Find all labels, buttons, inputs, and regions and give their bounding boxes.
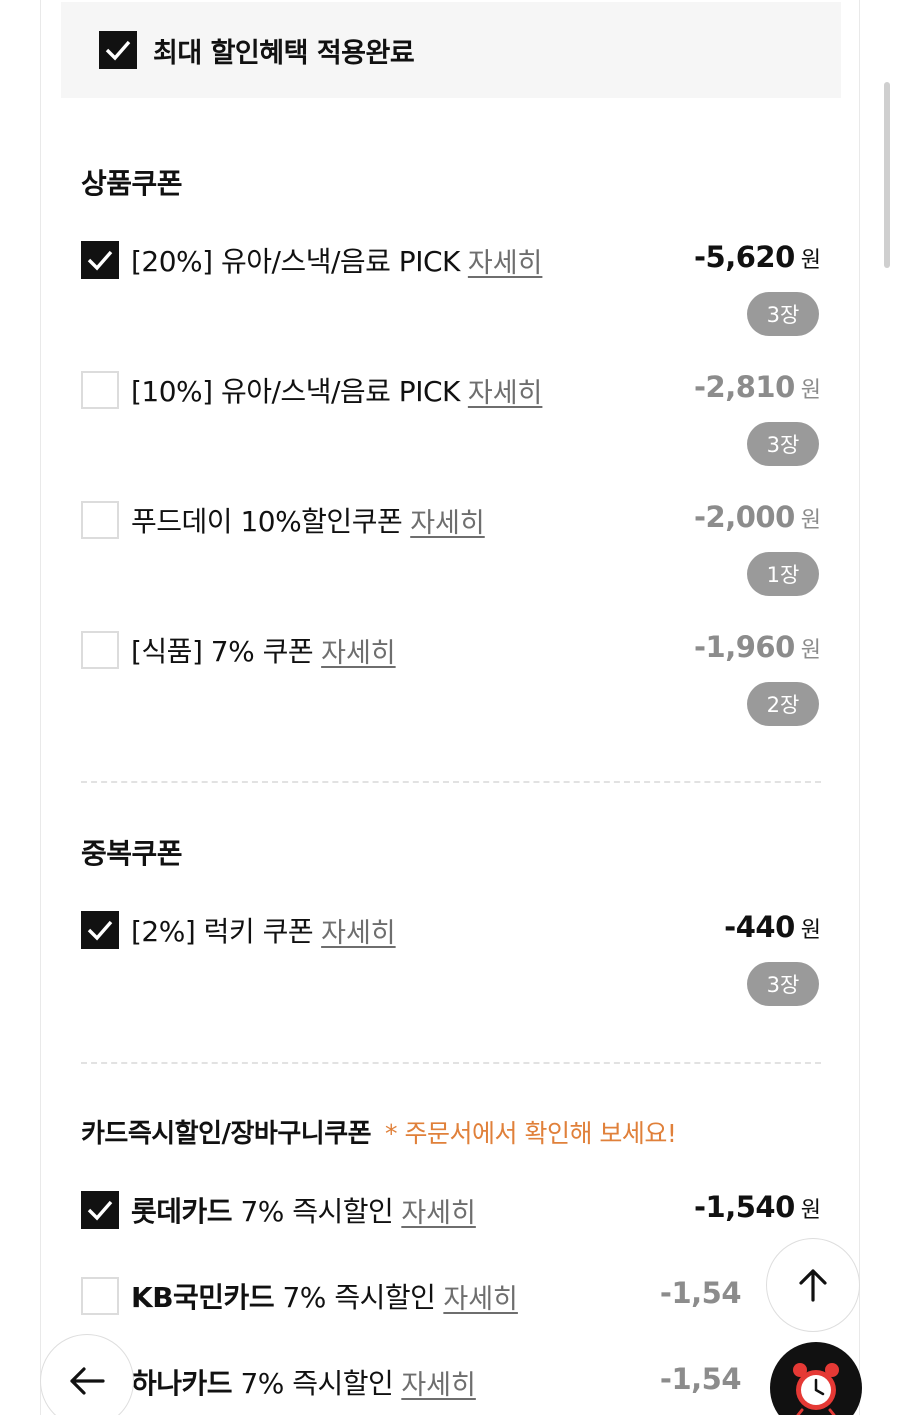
coupon-checkbox[interactable] (81, 241, 119, 279)
coupon-count-badge: 3장 (747, 292, 819, 336)
coupon-row[interactable]: [식품] 7% 쿠폰 자세히 -1,960 원 (81, 630, 821, 670)
coupon-amount-value: -5,620 (693, 240, 795, 274)
product-coupon-title: 상품쿠폰 (81, 167, 183, 200)
coupon-checkbox[interactable] (81, 501, 119, 539)
arrow-left-icon (70, 1367, 105, 1395)
coupon-amount-unit: 원 (800, 248, 821, 273)
coupon-detail-link[interactable]: 자세히 (468, 241, 543, 280)
coupon-checkbox[interactable] (81, 631, 119, 669)
card-discount-row[interactable]: KB국민카드 7% 즉시할인 자세히 -1,54 (81, 1276, 821, 1316)
card-detail-link[interactable]: 자세히 (401, 1191, 476, 1230)
card-detail-link[interactable]: 자세히 (401, 1363, 476, 1402)
card-discount-amount-unit: 원 (800, 1198, 821, 1223)
card-brand: 롯데카드 (131, 1195, 233, 1228)
card-discount-name: 하나카드 7% 즉시할인 (131, 1362, 394, 1402)
card-discount-amount: -1,54 (659, 1362, 742, 1402)
card-discount-row[interactable]: 하나카드 7% 즉시할인 자세히 -1,54 (81, 1362, 821, 1402)
coupon-amount: -440 원 (724, 910, 821, 950)
section-divider (81, 781, 821, 783)
coupon-amount-value: -2,000 (693, 500, 795, 534)
coupon-detail-link[interactable]: 자세히 (410, 501, 485, 540)
coupon-detail-link[interactable]: 자세히 (468, 371, 543, 410)
coupon-panel: 최대 할인혜택 적용완료 상품쿠폰 [20%] 유아/스낵/음료 PICK 자세… (40, 0, 860, 1415)
card-discount-title-text: 카드즉시할인/장바구니쿠폰 (81, 1119, 372, 1149)
card-discount-title: 카드즉시할인/장바구니쿠폰 * 주문서에서 확인해 보세요! (81, 1113, 677, 1150)
scroll-top-button[interactable] (766, 1238, 860, 1332)
card-brand: 하나카드 (131, 1367, 233, 1400)
coupon-count-badge: 1장 (747, 552, 819, 596)
card-discount-row[interactable]: 롯데카드 7% 즉시할인 자세히 -1,540 원 (81, 1190, 821, 1230)
card-discount-checkbox[interactable] (81, 1191, 119, 1229)
check-icon (87, 250, 113, 271)
alarm-clock-icon (793, 1363, 839, 1415)
coupon-amount-value: -1,960 (693, 630, 795, 664)
coupon-amount-unit: 원 (800, 378, 821, 403)
coupon-name: 푸드데이 10%할인쿠폰 (131, 505, 403, 538)
stack-coupon-title: 중복쿠폰 (81, 837, 183, 870)
coupon-checkbox[interactable] (81, 911, 119, 949)
max-discount-banner[interactable]: 최대 할인혜택 적용완료 (61, 2, 841, 98)
coupon-row[interactable]: [10%] 유아/스낵/음료 PICK 자세히 -2,810 원 (81, 370, 821, 410)
coupon-count-badge: 3장 (747, 962, 819, 1006)
card-discount-amount-value: -1,540 (693, 1190, 795, 1224)
coupon-amount: -2,000 원 (694, 500, 821, 540)
coupon-amount-unit: 원 (800, 918, 821, 943)
coupon-row[interactable]: 푸드데이 10%할인쿠폰 자세히 -2,000 원 (81, 500, 821, 540)
card-discount-amount-value: -1,54 (659, 1276, 742, 1310)
coupon-amount: -5,620 원 (694, 240, 821, 280)
card-discount-amount: -1,54 (659, 1276, 742, 1316)
max-discount-checkbox[interactable] (99, 31, 137, 69)
card-discount-name: 롯데카드 7% 즉시할인 (131, 1190, 394, 1230)
coupon-name: [10%] 유아/스낵/음료 PICK (131, 375, 460, 408)
check-icon (105, 40, 131, 61)
card-brand: KB국민카드 (131, 1281, 275, 1314)
coupon-checkbox[interactable] (81, 371, 119, 409)
max-discount-label: 최대 할인혜택 적용완료 (153, 37, 415, 69)
coupon-name: [2%] 럭키 쿠폰 (131, 915, 314, 948)
section-divider (81, 1062, 821, 1064)
coupon-amount: -2,810 원 (694, 370, 821, 410)
card-discount-amount: -1,540 원 (694, 1190, 821, 1230)
check-icon (87, 1200, 113, 1221)
coupon-amount: -1,960 원 (694, 630, 821, 670)
card-discount-note: * 주문서에서 확인해 보세요! (385, 1119, 677, 1148)
coupon-row[interactable]: [2%] 럭키 쿠폰 자세히 -440 원 (81, 910, 821, 950)
card-discount-checkbox[interactable] (81, 1277, 119, 1315)
coupon-row[interactable]: [20%] 유아/스낵/음료 PICK 자세히 -5,620 원 (81, 240, 821, 280)
scrollbar[interactable] (884, 82, 890, 268)
coupon-name: [식품] 7% 쿠폰 (131, 635, 314, 668)
card-detail-link[interactable]: 자세히 (443, 1277, 518, 1316)
card-discount-text: 7% 즉시할인 (274, 1281, 436, 1314)
coupon-amount-value: -2,810 (693, 370, 795, 404)
arrow-up-icon (799, 1269, 827, 1302)
coupon-amount-unit: 원 (800, 638, 821, 663)
check-icon (87, 920, 113, 941)
card-discount-name: KB국민카드 7% 즉시할인 (131, 1276, 436, 1316)
coupon-amount-value: -440 (724, 910, 795, 944)
coupon-name: [20%] 유아/스낵/음료 PICK (131, 245, 460, 278)
card-discount-text: 7% 즉시할인 (232, 1367, 394, 1400)
card-discount-amount-value: -1,54 (659, 1362, 742, 1396)
card-discount-text: 7% 즉시할인 (232, 1195, 394, 1228)
coupon-amount-unit: 원 (800, 508, 821, 533)
coupon-detail-link[interactable]: 자세히 (321, 911, 396, 950)
coupon-detail-link[interactable]: 자세히 (321, 631, 396, 670)
coupon-count-badge: 2장 (747, 682, 819, 726)
coupon-count-badge: 3장 (747, 422, 819, 466)
